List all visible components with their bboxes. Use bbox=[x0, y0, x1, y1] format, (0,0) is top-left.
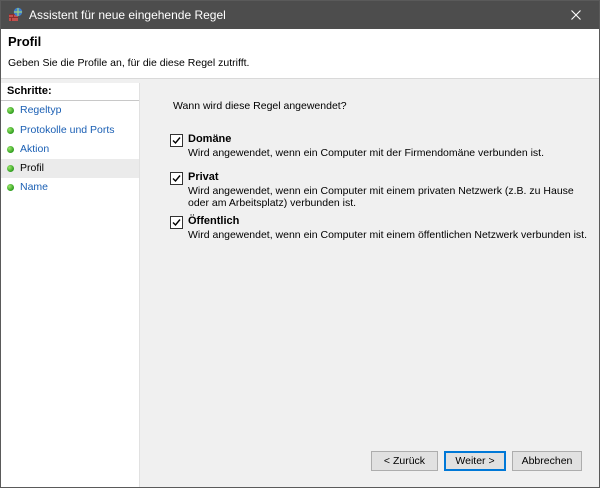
wizard-window: Assistent für neue eingehende Regel Prof… bbox=[0, 0, 600, 488]
step-status-icon bbox=[7, 107, 14, 114]
step-regeltyp[interactable]: Regeltyp bbox=[1, 101, 139, 120]
step-status-icon bbox=[7, 127, 14, 134]
step-label: Aktion bbox=[20, 143, 50, 155]
privat-description-line2: oder am Arbeitsplatz) verbunden ist. bbox=[188, 197, 357, 209]
steps-heading: Schritte: bbox=[1, 83, 139, 101]
step-label: Profil bbox=[20, 162, 44, 174]
back-button[interactable]: < Zurück bbox=[371, 451, 438, 471]
page-title: Profil bbox=[8, 34, 42, 49]
step-protokolle-und-ports[interactable]: Protokolle und Ports bbox=[1, 121, 139, 140]
step-aktion[interactable]: Aktion bbox=[1, 140, 139, 159]
step-label: Regeltyp bbox=[20, 104, 62, 116]
main-content: Wann wird diese Regel angewendet? Domäne… bbox=[140, 83, 599, 487]
oeffentlich-label[interactable]: Öffentlich bbox=[188, 215, 239, 227]
domaene-description: Wird angewendet, wenn ein Computer mit d… bbox=[188, 147, 545, 159]
oeffentlich-checkbox[interactable] bbox=[170, 216, 183, 229]
oeffentlich-description: Wird angewendet, wenn ein Computer mit e… bbox=[188, 229, 588, 241]
steps-heading-label: Schritte: bbox=[7, 85, 52, 97]
domaene-label[interactable]: Domäne bbox=[188, 133, 231, 145]
steps-panel: Schritte: Regeltyp Protokolle und Ports … bbox=[1, 83, 140, 487]
question-label: Wann wird diese Regel angewendet? bbox=[173, 100, 347, 112]
close-button[interactable] bbox=[553, 1, 599, 29]
privat-checkbox[interactable] bbox=[170, 172, 183, 185]
title-bar: Assistent für neue eingehende Regel bbox=[1, 1, 599, 29]
step-profil[interactable]: Profil bbox=[1, 159, 139, 178]
checkmark-icon bbox=[172, 137, 181, 145]
privat-description-line1: Wird angewendet, wenn ein Computer mit e… bbox=[188, 185, 574, 197]
window-title: Assistent für neue eingehende Regel bbox=[29, 8, 226, 22]
step-status-icon bbox=[7, 165, 14, 172]
step-label: Name bbox=[20, 181, 49, 193]
privat-description: Wird angewendet, wenn ein Computer mit e… bbox=[188, 185, 588, 209]
page-description: Geben Sie die Profile an, für die diese … bbox=[8, 57, 250, 69]
step-name[interactable]: Name bbox=[1, 178, 139, 197]
close-icon bbox=[571, 10, 581, 20]
step-label: Protokolle und Ports bbox=[20, 124, 115, 136]
page-header: Profil Geben Sie die Profile an, für die… bbox=[1, 29, 599, 79]
step-status-icon bbox=[7, 184, 14, 191]
privat-label[interactable]: Privat bbox=[188, 171, 219, 183]
firewall-icon bbox=[8, 7, 24, 23]
checkmark-icon bbox=[172, 219, 181, 227]
checkmark-icon bbox=[172, 175, 181, 183]
cancel-button[interactable]: Abbrechen bbox=[512, 451, 582, 471]
step-status-icon bbox=[7, 146, 14, 153]
domaene-checkbox[interactable] bbox=[170, 134, 183, 147]
next-button[interactable]: Weiter > bbox=[444, 451, 506, 471]
